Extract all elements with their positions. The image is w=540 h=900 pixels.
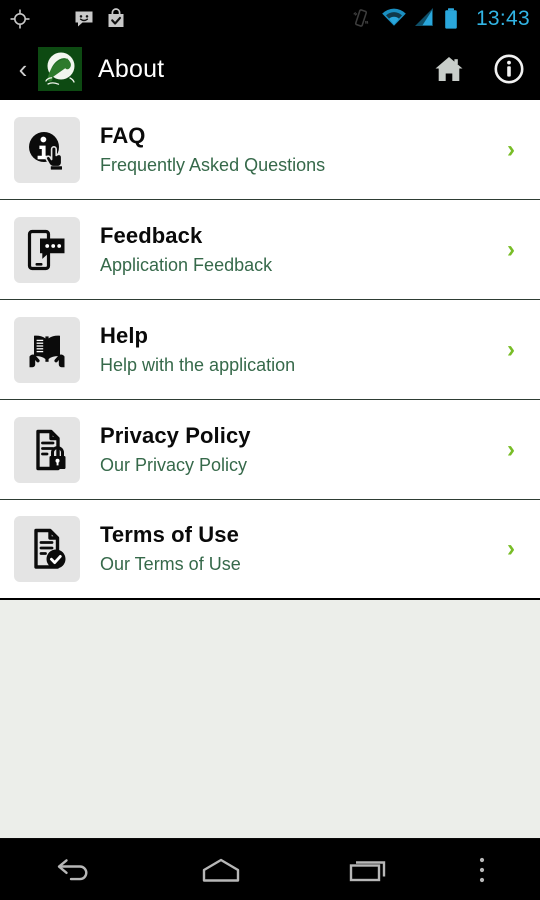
list-item-text: FAQ Frequently Asked Questions	[80, 123, 496, 177]
back-chevron-icon[interactable]: ‹	[12, 49, 34, 89]
list-item-text: Feedback Application Feedback	[80, 223, 496, 277]
app-notification-icon	[40, 7, 64, 31]
app-logo-icon[interactable]	[38, 47, 82, 91]
privacy-lock-icon	[14, 416, 80, 483]
list-item-terms-of-use[interactable]: Terms of Use Our Terms of Use ›	[0, 500, 540, 600]
home-icon[interactable]	[432, 52, 466, 86]
list-item-title: Terms of Use	[100, 522, 239, 548]
gps-icon	[8, 7, 32, 31]
chevron-right-icon[interactable]: ›	[496, 136, 526, 164]
page-title: About	[98, 54, 165, 83]
vibrate-icon	[350, 7, 374, 31]
android-screen: 13:43 ‹ About FAQ Frequently Asked Quest…	[0, 0, 540, 900]
battery-icon	[443, 7, 467, 31]
list-item-text: Help Help with the application	[80, 323, 496, 377]
chevron-right-icon[interactable]: ›	[496, 535, 526, 563]
cellular-signal-icon	[412, 7, 436, 31]
messaging-icon	[72, 7, 96, 31]
action-bar-buttons	[432, 52, 526, 86]
nav-recents-button[interactable]	[295, 839, 442, 900]
list-item-subtitle: Our Terms of Use	[100, 554, 241, 575]
list-item-subtitle: Frequently Asked Questions	[100, 154, 326, 175]
chevron-right-icon[interactable]: ›	[496, 236, 526, 264]
help-book-icon	[14, 316, 80, 383]
status-bar: 13:43	[0, 0, 540, 38]
content-area: FAQ Frequently Asked Questions › Feedbac…	[0, 100, 540, 838]
status-bar-system-icons: 13:43	[350, 7, 530, 31]
list-item-text: Privacy Policy Our Privacy Policy	[80, 423, 496, 477]
chevron-right-icon[interactable]: ›	[496, 336, 526, 364]
action-bar: ‹ About	[0, 38, 540, 100]
list-item-title: Feedback	[100, 222, 203, 248]
feedback-icon	[14, 216, 80, 283]
list-item-subtitle: Application Feedback	[100, 254, 273, 275]
nav-home-button[interactable]	[147, 839, 294, 900]
nav-overflow-menu-button[interactable]	[442, 839, 522, 900]
about-list: FAQ Frequently Asked Questions › Feedbac…	[0, 100, 540, 600]
status-bar-clock: 13:43	[475, 7, 530, 30]
list-item-title: FAQ	[100, 122, 146, 148]
empty-area	[0, 600, 540, 838]
list-item-subtitle: Our Privacy Policy	[100, 454, 248, 475]
status-bar-notification-icons	[8, 7, 128, 31]
play-store-download-icon	[104, 7, 128, 31]
terms-check-icon	[14, 516, 80, 582]
list-item-privacy-policy[interactable]: Privacy Policy Our Privacy Policy ›	[0, 400, 540, 500]
wifi-icon	[381, 7, 406, 31]
list-item-title: Help	[100, 322, 149, 348]
list-item-subtitle: Help with the application	[100, 354, 296, 375]
list-item-feedback[interactable]: Feedback Application Feedback ›	[0, 200, 540, 300]
chevron-right-icon[interactable]: ›	[496, 436, 526, 464]
list-item-help[interactable]: Help Help with the application ›	[0, 300, 540, 400]
faq-icon	[14, 116, 80, 183]
list-item-title: Privacy Policy	[100, 422, 251, 448]
system-navigation-bar	[0, 838, 540, 900]
list-item-text: Terms of Use Our Terms of Use	[80, 522, 496, 576]
nav-back-button[interactable]	[0, 839, 147, 900]
info-icon[interactable]	[492, 52, 526, 86]
list-item-faq[interactable]: FAQ Frequently Asked Questions ›	[0, 100, 540, 200]
